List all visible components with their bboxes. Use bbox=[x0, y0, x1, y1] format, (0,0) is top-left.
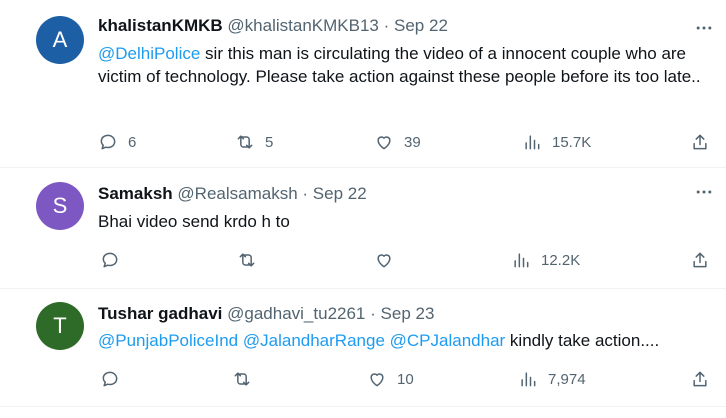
avatar[interactable]: T bbox=[36, 302, 84, 350]
views-button[interactable]: 7,974 bbox=[518, 369, 586, 389]
share-button[interactable] bbox=[690, 369, 710, 389]
reply-icon bbox=[102, 371, 118, 387]
reply-button[interactable] bbox=[100, 250, 120, 270]
share-button[interactable] bbox=[690, 250, 710, 270]
timestamp[interactable]: Sep 23 bbox=[381, 304, 435, 323]
tweet-header: Samaksh @Realsamaksh · Sep 22 bbox=[98, 184, 367, 204]
timestamp[interactable]: Sep 22 bbox=[394, 16, 448, 35]
views-button[interactable]: 15.7K bbox=[522, 132, 591, 152]
like-button[interactable]: 39 bbox=[374, 132, 421, 152]
heart-icon bbox=[377, 254, 391, 268]
more-options-icon[interactable] bbox=[694, 182, 714, 202]
tweet[interactable]: S Samaksh @Realsamaksh · Sep 22 Bhai vid… bbox=[0, 168, 726, 289]
share-icon bbox=[693, 134, 707, 150]
like-button[interactable]: 10 bbox=[367, 369, 414, 389]
reply-count: 6 bbox=[128, 133, 137, 151]
retweet-count: 5 bbox=[265, 133, 274, 151]
share-icon bbox=[693, 371, 707, 387]
views-chart-icon bbox=[525, 135, 540, 150]
display-name[interactable]: Tushar gadhavi bbox=[98, 304, 222, 323]
mention-link[interactable]: @DelhiPolice bbox=[98, 44, 200, 63]
reply-button[interactable]: 6 bbox=[98, 132, 136, 152]
retweet-button[interactable] bbox=[232, 369, 252, 389]
like-count: 10 bbox=[397, 370, 414, 388]
tweet[interactable]: A khalistanKMKB @khalistanKMKB13 · Sep 2… bbox=[0, 0, 726, 168]
retweet-button[interactable]: 5 bbox=[235, 132, 273, 152]
tweet-text: Bhai video send krdo h to bbox=[98, 212, 290, 231]
separator-dot: · bbox=[302, 184, 309, 203]
views-chart-icon bbox=[521, 372, 536, 387]
tweet-text: @DelhiPolice sir this man is circulating… bbox=[98, 44, 701, 86]
tweet[interactable]: T Tushar gadhavi @gadhavi_tu2261 · Sep 2… bbox=[0, 289, 726, 407]
timestamp[interactable]: Sep 22 bbox=[313, 184, 367, 203]
retweet-icon bbox=[234, 372, 250, 386]
views-button[interactable]: 12.2K bbox=[511, 250, 580, 270]
reply-button[interactable] bbox=[100, 369, 120, 389]
share-icon bbox=[693, 252, 707, 268]
heart-icon bbox=[370, 373, 384, 387]
retweet-icon bbox=[239, 253, 255, 267]
view-count: 7,974 bbox=[548, 370, 586, 388]
retweet-icon bbox=[237, 135, 253, 149]
avatar[interactable]: S bbox=[36, 182, 84, 230]
more-options-icon[interactable] bbox=[694, 18, 714, 38]
avatar[interactable]: A bbox=[36, 16, 84, 64]
mention-link[interactable]: @JalandharRange bbox=[243, 331, 385, 350]
display-name[interactable]: khalistanKMKB bbox=[98, 16, 223, 35]
separator-dot: · bbox=[383, 16, 390, 35]
retweet-button[interactable] bbox=[237, 250, 257, 270]
view-count: 12.2K bbox=[541, 251, 581, 269]
reply-icon bbox=[100, 134, 116, 150]
like-button[interactable] bbox=[374, 250, 394, 270]
user-handle[interactable]: @Realsamaksh bbox=[177, 184, 297, 203]
mention-link[interactable]: @PunjabPoliceInd bbox=[98, 331, 238, 350]
like-count: 39 bbox=[404, 133, 421, 151]
user-handle[interactable]: @gadhavi_tu2261 bbox=[227, 304, 365, 323]
share-button[interactable] bbox=[690, 132, 710, 152]
tweet-header: khalistanKMKB @khalistanKMKB13 · Sep 22 bbox=[98, 16, 448, 36]
user-handle[interactable]: @khalistanKMKB13 bbox=[227, 16, 378, 35]
tweet-header: Tushar gadhavi @gadhavi_tu2261 · Sep 23 bbox=[98, 304, 434, 324]
mention-link[interactable]: @CPJalandhar bbox=[390, 331, 506, 350]
views-chart-icon bbox=[514, 253, 529, 268]
heart-icon bbox=[377, 136, 391, 150]
tweet-text: @PunjabPoliceInd @JalandharRange @CPJala… bbox=[98, 331, 660, 350]
reply-icon bbox=[102, 252, 118, 268]
view-count: 15.7K bbox=[552, 133, 592, 151]
display-name[interactable]: Samaksh bbox=[98, 184, 173, 203]
separator-dot: · bbox=[370, 304, 376, 323]
